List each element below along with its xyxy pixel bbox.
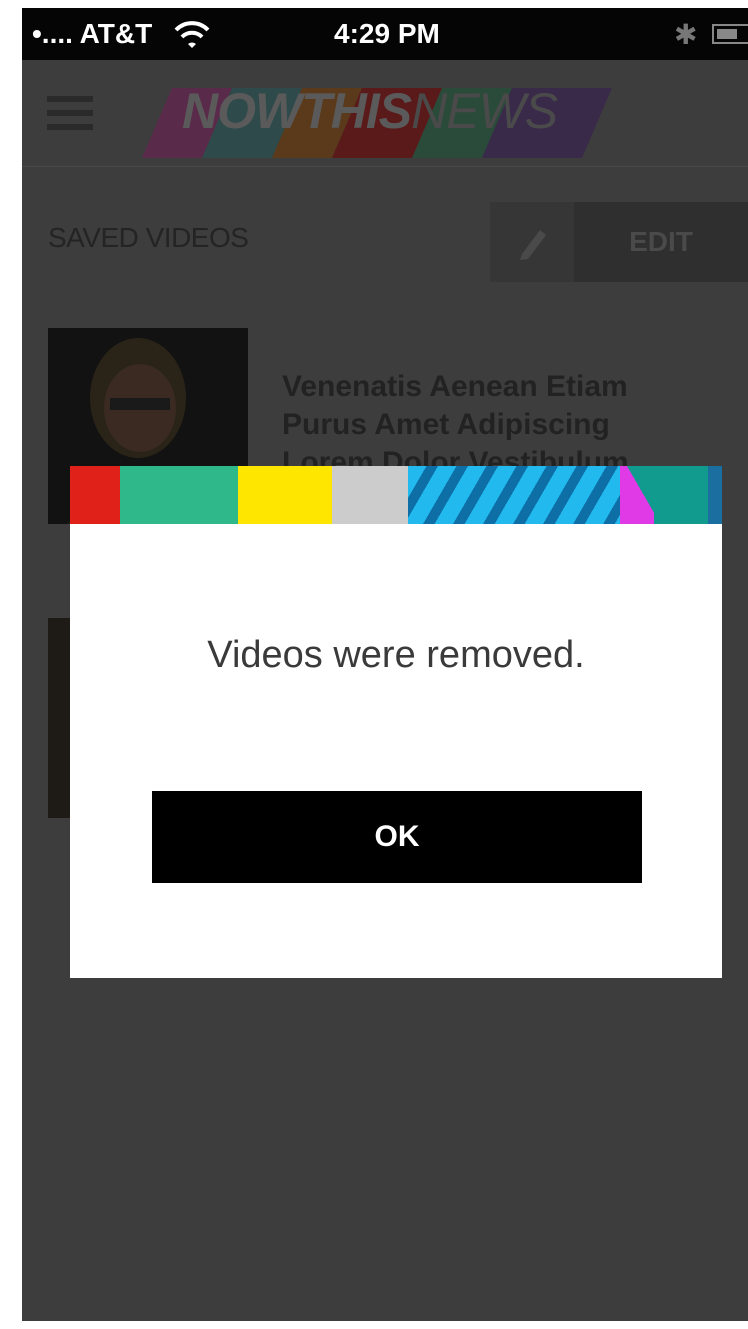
stripe-magenta [620,466,654,524]
logo-wordmark: NOWTHISNEWS [182,82,558,140]
edit-button[interactable]: EDIT [490,202,748,282]
stripe-teal [654,466,708,524]
phone-screen: •.... AT&T 4:29 PM ✱ NOWTHISNEWS SAVED V… [22,8,748,1321]
logo-thin-text: NEWS [411,83,558,139]
stripe-navy [708,466,722,524]
logo-bold-text: NOWTHIS [182,83,412,139]
carrier-label: •.... AT&T [32,18,153,49]
hamburger-icon[interactable] [47,96,93,130]
edit-label: EDIT [629,226,693,257]
stripe-gray [332,466,408,524]
color-stripe-banner [70,466,722,524]
alert-dialog: Videos were removed. OK [70,466,722,978]
battery-icon [712,24,748,44]
section-title: SAVED VIDEOS [48,222,249,253]
status-bar: •.... AT&T 4:29 PM ✱ [22,8,748,60]
pencil-icon [490,202,574,282]
stripe-blue-hatched [408,466,620,524]
dialog-message: Videos were removed. [207,634,585,676]
stripe-yellow [238,466,332,524]
clock: 4:29 PM [334,18,440,49]
video-title[interactable]: Venenatis Aenean Etiam Purus Amet Adipis… [282,368,702,482]
ok-button[interactable]: OK [152,791,642,883]
stripe-red [70,466,120,524]
bluetooth-icon: ✱ [674,19,698,50]
app-header: NOWTHISNEWS [22,60,748,167]
stripe-green [120,466,238,524]
wifi-icon [172,20,212,57]
